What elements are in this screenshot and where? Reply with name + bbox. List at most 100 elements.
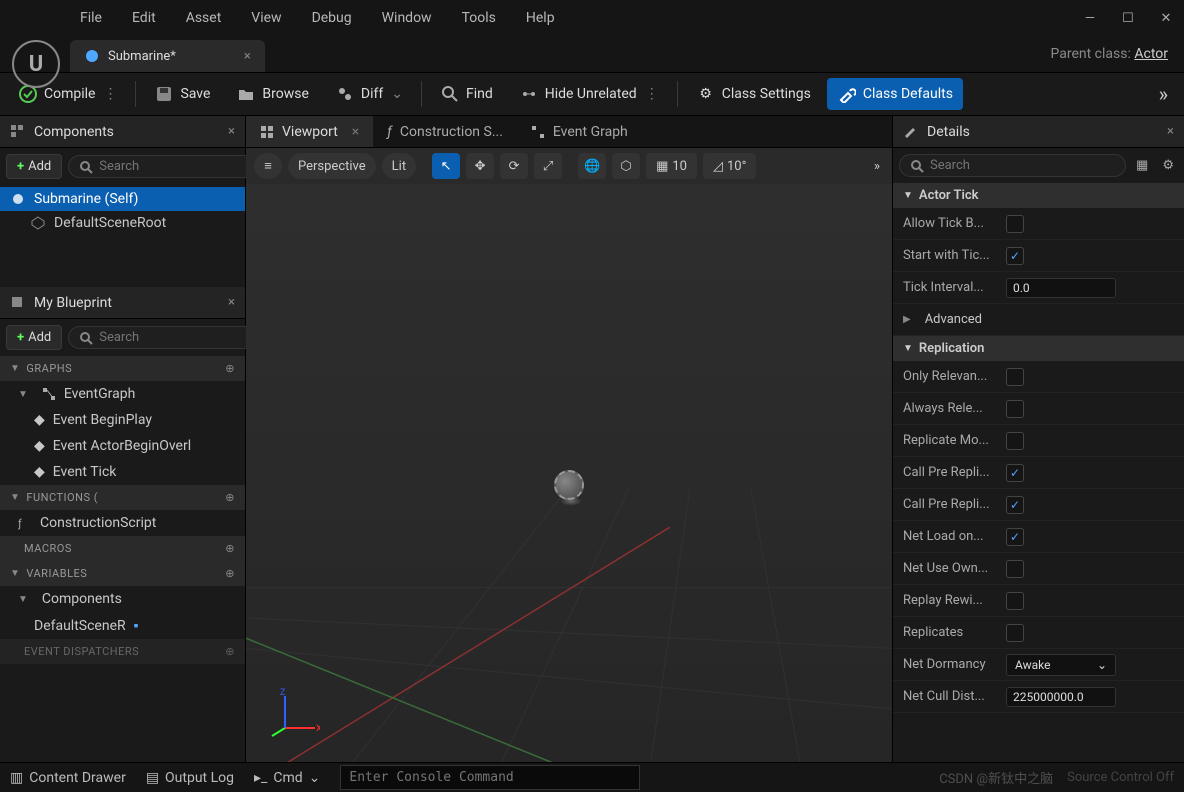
components-panel-header[interactable]: Components × <box>0 116 245 148</box>
menu-window[interactable]: Window <box>382 10 432 26</box>
world-local-toggle[interactable]: 🌐 <box>578 153 606 179</box>
property-number-input[interactable] <box>1006 687 1116 707</box>
myblueprint-search-input[interactable] <box>99 330 265 345</box>
add-dispatcher-icon[interactable]: ⊕ <box>225 645 235 658</box>
category-header[interactable]: ▼Actor Tick <box>893 183 1184 208</box>
toolbar-overflow-icon[interactable]: » <box>1151 82 1176 106</box>
property-checkbox[interactable] <box>1006 624 1024 642</box>
lit-mode-button[interactable]: Lit <box>382 153 416 179</box>
components-close-icon[interactable]: × <box>228 124 235 139</box>
console-command-input[interactable] <box>340 765 640 790</box>
actor-sphere-gizmo[interactable] <box>554 470 584 500</box>
property-checkbox[interactable] <box>1006 560 1024 578</box>
myblueprint-list[interactable]: ▼ GRAPHS ⊕ ▼ EventGraph ◆Event BeginPlay… <box>0 356 245 762</box>
gear-icon[interactable]: ⚙ <box>1158 154 1178 177</box>
details-close-icon[interactable]: × <box>1167 124 1174 139</box>
browse-button[interactable]: Browse <box>226 78 318 110</box>
menu-tools[interactable]: Tools <box>462 10 496 26</box>
select-tool-button[interactable]: ↖ <box>432 153 460 179</box>
property-checkbox[interactable] <box>1006 215 1024 233</box>
viewport-overflow-icon[interactable]: » <box>870 155 884 178</box>
menu-asset[interactable]: Asset <box>186 10 222 26</box>
minimize-icon[interactable]: — <box>1082 10 1098 26</box>
grid-snap-button[interactable]: ▦ 10 <box>646 153 697 179</box>
property-checkbox[interactable] <box>1006 400 1024 418</box>
event-beginplay[interactable]: ◆Event BeginPlay <box>0 407 245 433</box>
myblueprint-header[interactable]: My Blueprint × <box>0 287 245 319</box>
component-item-scene-root[interactable]: DefaultSceneRoot <box>0 211 245 235</box>
property-checkbox[interactable] <box>1006 432 1024 450</box>
document-tab[interactable]: Submarine* × <box>70 40 265 72</box>
menu-debug[interactable]: Debug <box>312 10 352 26</box>
maximize-icon[interactable]: ☐ <box>1120 10 1136 26</box>
details-header[interactable]: Details × <box>893 116 1184 148</box>
event-actorbeginoverlap[interactable]: ◆Event ActorBeginOverl <box>0 433 245 459</box>
section-macros[interactable]: MACROS ⊕ <box>0 536 245 561</box>
hide-unrelated-button[interactable]: Hide Unrelated ⋮ <box>509 78 669 110</box>
surface-snap-button[interactable]: ⬡ <box>612 153 640 179</box>
source-control-button[interactable]: Source Control Off <box>1067 770 1174 785</box>
property-checkbox[interactable] <box>1006 368 1024 386</box>
property-number-input[interactable] <box>1006 278 1116 298</box>
viewport-3d[interactable]: X Z <box>246 184 892 762</box>
find-button[interactable]: Find <box>430 78 503 110</box>
property-checkbox[interactable]: ✓ <box>1006 247 1024 265</box>
add-component-button[interactable]: + Add <box>6 154 62 179</box>
tab-close-icon[interactable]: × <box>352 124 359 140</box>
add-variable-icon[interactable]: ⊕ <box>225 567 235 580</box>
graph-eventgraph[interactable]: ▼ EventGraph <box>0 381 245 407</box>
property-dropdown[interactable]: Awake⌄ <box>1006 654 1116 676</box>
property-checkbox[interactable]: ✓ <box>1006 464 1024 482</box>
component-item-root[interactable]: Submarine (Self) <box>0 187 245 211</box>
rotate-tool-button[interactable]: ⟳ <box>500 153 528 179</box>
add-function-icon[interactable]: ⊕ <box>225 491 235 504</box>
class-defaults-button[interactable]: Class Defaults <box>827 78 963 110</box>
tab-close-icon[interactable]: × <box>244 49 251 64</box>
move-tool-button[interactable]: ✥ <box>466 153 494 179</box>
add-graph-icon[interactable]: ⊕ <box>225 362 235 375</box>
property-checkbox[interactable]: ✓ <box>1006 528 1024 546</box>
property-checkbox[interactable] <box>1006 592 1024 610</box>
scale-tool-button[interactable]: ⤢ <box>534 153 562 179</box>
close-icon[interactable]: ✕ <box>1158 10 1174 26</box>
section-graphs[interactable]: ▼ GRAPHS ⊕ <box>0 356 245 381</box>
add-blueprint-button[interactable]: + Add <box>6 325 62 350</box>
hide-dropdown-icon[interactable]: ⋮ <box>645 86 659 102</box>
angle-snap-button[interactable]: ◿ 10° <box>703 153 756 179</box>
menu-view[interactable]: View <box>251 10 281 26</box>
function-constructionscript[interactable]: ƒ ConstructionScript <box>0 510 245 536</box>
viewport-menu-button[interactable]: ≡ <box>254 153 282 179</box>
category-header[interactable]: ▼Replication <box>893 336 1184 361</box>
details-search[interactable] <box>899 154 1126 177</box>
content-drawer-button[interactable]: ▥ Content Drawer <box>10 770 126 786</box>
details-view-options-icon[interactable]: ▦ <box>1132 154 1152 177</box>
section-dispatchers[interactable]: EVENT DISPATCHERS ⊕ <box>0 639 245 664</box>
section-variables[interactable]: ▼ VARIABLES ⊕ <box>0 561 245 586</box>
class-settings-button[interactable]: ⚙ Class Settings <box>686 78 821 110</box>
tab-construction-script[interactable]: ƒ Construction S... <box>373 116 517 147</box>
save-button[interactable]: Save <box>144 78 220 110</box>
property-checkbox[interactable]: ✓ <box>1006 496 1024 514</box>
tab-event-graph[interactable]: Event Graph <box>517 116 642 147</box>
section-functions[interactable]: ▼ FUNCTIONS ( ⊕ <box>0 485 245 510</box>
event-tick[interactable]: ◆Event Tick <box>0 459 245 485</box>
diff-button[interactable]: Diff ⌄ <box>325 78 413 110</box>
parent-class-link[interactable]: Actor <box>1134 46 1168 62</box>
chevron-down-icon[interactable]: ⌄ <box>391 86 403 102</box>
output-log-button[interactable]: ▤ Output Log <box>146 770 234 786</box>
advanced-toggle[interactable]: ▶Advanced <box>893 304 1184 336</box>
variable-defaultsceneroot[interactable]: DefaultSceneR ▪ <box>0 612 245 639</box>
cmd-selector[interactable]: ▸_ Cmd ⌄ <box>254 770 320 786</box>
myblueprint-close-icon[interactable]: × <box>228 295 235 310</box>
compile-dropdown-icon[interactable]: ⋮ <box>103 86 117 102</box>
components-search-input[interactable] <box>99 159 265 174</box>
tab-viewport[interactable]: Viewport × <box>246 116 373 147</box>
details-search-input[interactable] <box>930 158 1115 173</box>
menu-file[interactable]: File <box>80 10 102 26</box>
add-macro-icon[interactable]: ⊕ <box>225 542 235 555</box>
details-body[interactable]: ▼Actor TickAllow Tick B...Start with Tic… <box>893 183 1184 762</box>
menu-edit[interactable]: Edit <box>132 10 156 26</box>
perspective-button[interactable]: Perspective <box>288 153 376 179</box>
menu-help[interactable]: Help <box>526 10 555 26</box>
variables-components-group[interactable]: ▼ Components <box>0 586 245 612</box>
